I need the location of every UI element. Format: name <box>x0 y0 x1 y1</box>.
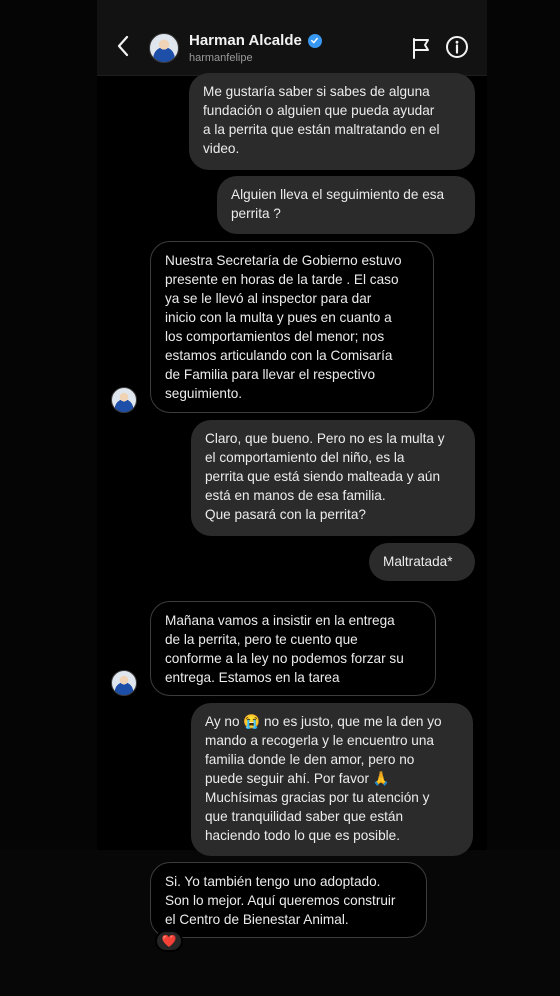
info-icon <box>446 36 468 58</box>
heart-reaction[interactable]: ❤️ <box>155 930 183 952</box>
flag-icon <box>413 38 429 59</box>
username: harmanfelipe <box>189 52 253 64</box>
back-button[interactable] <box>113 32 133 60</box>
sender-avatar[interactable] <box>111 670 137 696</box>
message-bubble-incoming[interactable]: Si. Yo también tengo uno adoptado. Son l… <box>150 862 427 938</box>
profile-avatar[interactable] <box>149 33 179 63</box>
message-bubble-outgoing[interactable]: Me gustaría saber si sabes de alguna fun… <box>189 73 475 170</box>
message-bubble-outgoing[interactable]: Alguien lleva el seguimiento de esa perr… <box>217 176 475 234</box>
message-bubble-incoming[interactable]: Mañana vamos a insistir en la entrega de… <box>150 601 436 696</box>
chevron-left-icon <box>117 35 129 57</box>
sender-avatar[interactable] <box>111 387 137 413</box>
heart-icon: ❤️ <box>161 934 177 948</box>
message-bubble-incoming[interactable]: Nuestra Secretaría de Gobierno estuvo pr… <box>150 241 434 413</box>
display-name: Harman Alcalde <box>189 32 302 49</box>
profile-name-block[interactable]: Harman Alcalde harmanfelipe <box>189 32 322 64</box>
info-button[interactable] <box>445 35 469 59</box>
message-bubble-outgoing[interactable]: Maltratada* <box>369 543 475 581</box>
verified-badge-icon <box>307 33 322 48</box>
message-bubble-outgoing[interactable]: Ay no 😭 no es justo, que me la den yo ma… <box>191 703 473 856</box>
message-bubble-outgoing[interactable]: Claro, que bueno. Pero no es la multa y … <box>191 420 475 536</box>
report-flag-button[interactable] <box>410 37 432 59</box>
